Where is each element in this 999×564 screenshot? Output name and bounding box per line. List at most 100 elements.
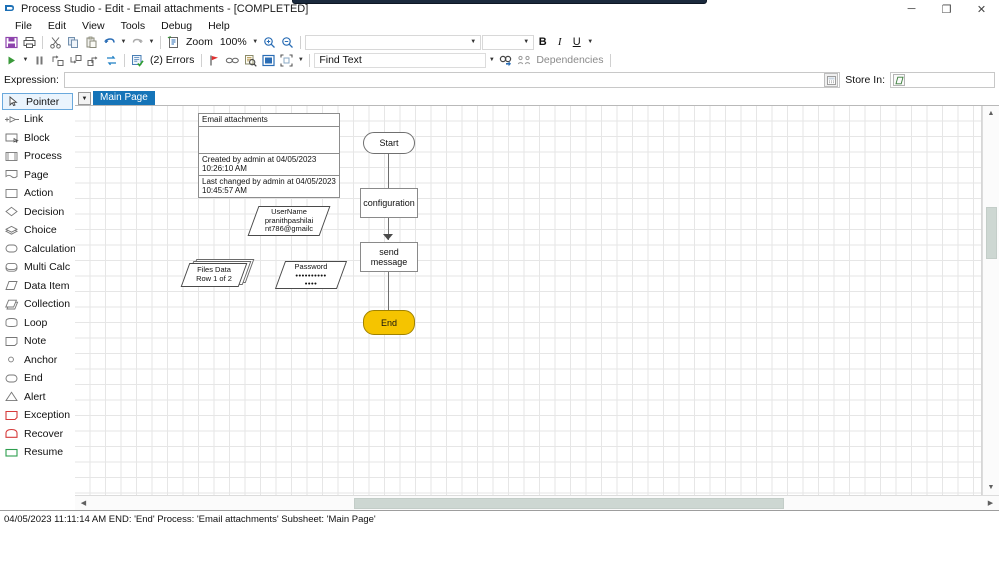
connector-start-to-configuration bbox=[388, 149, 389, 188]
toolbox-item-collection[interactable]: Collection bbox=[0, 295, 75, 314]
toolbox-item-pointer[interactable]: Pointer bbox=[2, 93, 73, 110]
toolbox-item-decision[interactable]: Decision bbox=[0, 203, 75, 222]
toolbox-item-action[interactable]: Action bbox=[0, 184, 75, 203]
toolbox-item-recover[interactable]: Recover bbox=[0, 425, 75, 444]
panel-icon[interactable] bbox=[260, 52, 277, 68]
undo-dropdown-caret-icon[interactable]: ▼ bbox=[119, 39, 128, 45]
tab-main-page[interactable]: Main Page bbox=[93, 91, 155, 105]
font-family-caret-icon[interactable]: ▼ bbox=[469, 39, 478, 45]
zoom-dropdown-caret-icon[interactable]: ▼ bbox=[251, 39, 260, 45]
flow-node-label: configuration bbox=[363, 198, 415, 208]
font-size-combo[interactable]: ▼ bbox=[482, 35, 534, 50]
pause-icon[interactable] bbox=[31, 52, 48, 68]
scroll-up-arrow-icon[interactable]: ▲ bbox=[983, 106, 999, 121]
flow-node-start[interactable]: Start bbox=[363, 132, 415, 154]
panels-dropdown-caret-icon[interactable]: ▼ bbox=[296, 57, 305, 63]
find-text-input[interactable]: Find Text bbox=[314, 53, 486, 68]
copy-icon[interactable] bbox=[65, 34, 82, 50]
toolbox-item-exception[interactable]: Exception bbox=[0, 406, 75, 425]
horizontal-scroll-thumb[interactable] bbox=[354, 498, 784, 509]
dependencies-label[interactable]: Dependencies bbox=[533, 54, 606, 66]
store-in-input[interactable] bbox=[890, 72, 995, 88]
paste-icon[interactable] bbox=[83, 34, 100, 50]
data-item-username[interactable]: UserName pranithpashilai nt786@gmailc bbox=[253, 206, 325, 236]
select-icon[interactable] bbox=[278, 52, 295, 68]
toolbox-item-choice[interactable]: Choice bbox=[0, 221, 75, 240]
toolbox-item-page[interactable]: Page bbox=[0, 166, 75, 185]
vertical-scroll-thumb[interactable] bbox=[986, 207, 997, 259]
step-icon[interactable] bbox=[49, 52, 66, 68]
flow-node-label: Start bbox=[379, 138, 398, 148]
process-log-panel[interactable]: 04/05/2023 11:11:14 AM END: 'End' Proces… bbox=[0, 510, 999, 564]
play-icon[interactable] bbox=[3, 52, 20, 68]
toolbox-item-note[interactable]: Note bbox=[0, 332, 75, 351]
save-icon[interactable] bbox=[3, 34, 20, 50]
scroll-left-arrow-icon[interactable]: ◀ bbox=[75, 496, 92, 511]
font-size-caret-icon[interactable]: ▼ bbox=[522, 39, 531, 45]
redo-icon[interactable] bbox=[129, 34, 146, 50]
menu-view[interactable]: View bbox=[74, 20, 113, 32]
window-title: Process Studio - Edit - Email attachment… bbox=[21, 3, 308, 15]
step-out-icon[interactable] bbox=[85, 52, 102, 68]
toolbox-item-alert[interactable]: Alert bbox=[0, 388, 75, 407]
scroll-down-arrow-icon[interactable]: ▼ bbox=[983, 480, 999, 495]
underline-button[interactable]: U bbox=[569, 35, 585, 50]
minimize-button[interactable]: ─ bbox=[894, 0, 929, 18]
breakpoint-flag-icon[interactable] bbox=[206, 52, 223, 68]
menu-file[interactable]: File bbox=[7, 20, 40, 32]
dependencies-icon[interactable] bbox=[515, 52, 532, 68]
link-icon[interactable] bbox=[224, 52, 241, 68]
toolbox-item-block[interactable]: Block bbox=[0, 129, 75, 148]
toolbox-item-data-item[interactable]: Data Item bbox=[0, 277, 75, 296]
chevron-down-icon[interactable]: ▼ bbox=[78, 92, 91, 105]
flow-node-send-message[interactable]: send message bbox=[360, 242, 418, 272]
close-button[interactable]: ✕ bbox=[964, 0, 999, 18]
bold-button[interactable]: B bbox=[535, 35, 551, 50]
errors-label[interactable]: (2) Errors bbox=[147, 54, 197, 66]
zoom-value[interactable]: 100% bbox=[217, 36, 250, 48]
cut-icon[interactable] bbox=[47, 34, 64, 50]
toolbox-item-process[interactable]: Process bbox=[0, 147, 75, 166]
font-family-combo[interactable]: ▼ bbox=[305, 35, 481, 50]
process-canvas[interactable]: Email attachments Created by admin at 04… bbox=[75, 106, 982, 495]
print-icon[interactable] bbox=[21, 34, 38, 50]
menu-debug[interactable]: Debug bbox=[153, 20, 200, 32]
reset-icon[interactable] bbox=[103, 52, 120, 68]
validate-icon[interactable] bbox=[129, 52, 146, 68]
run-dropdown-caret-icon[interactable]: ▼ bbox=[21, 57, 30, 63]
menu-edit[interactable]: Edit bbox=[40, 20, 74, 32]
scroll-right-arrow-icon[interactable]: ▶ bbox=[982, 496, 999, 511]
menu-tools[interactable]: Tools bbox=[113, 20, 154, 32]
toolbox-item-multi-calc[interactable]: Multi Calc bbox=[0, 258, 75, 277]
redo-dropdown-caret-icon[interactable]: ▼ bbox=[147, 39, 156, 45]
toolbox-item-link[interactable]: Link bbox=[0, 110, 75, 129]
process-note-box[interactable]: Email attachments Created by admin at 04… bbox=[198, 113, 340, 198]
flow-node-end[interactable]: End bbox=[363, 310, 415, 335]
flow-node-configuration[interactable]: configuration bbox=[360, 188, 418, 218]
italic-button[interactable]: I bbox=[552, 35, 568, 50]
maximize-button[interactable]: ❐ bbox=[929, 0, 964, 18]
format-more-caret-icon[interactable]: ▼ bbox=[586, 39, 595, 45]
toolbox-item-resume[interactable]: Resume bbox=[0, 443, 75, 462]
page-shape-icon bbox=[5, 169, 19, 180]
zoom-out-icon[interactable] bbox=[279, 34, 296, 50]
zoom-in-icon[interactable] bbox=[261, 34, 278, 50]
data-item-password[interactable]: Password •••••••••• •••• bbox=[280, 261, 342, 289]
find-replace-icon[interactable] bbox=[242, 52, 259, 68]
toolbox-item-anchor[interactable]: Anchor bbox=[0, 351, 75, 370]
toolbox-item-calculation[interactable]: Calculation bbox=[0, 240, 75, 259]
find-text-caret-icon[interactable]: ▼ bbox=[487, 57, 496, 63]
step-over-icon[interactable] bbox=[67, 52, 84, 68]
expression-input[interactable] bbox=[64, 72, 840, 88]
zoom-label: Zoom bbox=[183, 36, 216, 48]
undo-icon[interactable] bbox=[101, 34, 118, 50]
canvas-vertical-scrollbar[interactable]: ▲ ▼ bbox=[982, 106, 999, 495]
zoom-fit-icon[interactable] bbox=[165, 34, 182, 50]
canvas-horizontal-scrollbar[interactable]: ◀ ▶ bbox=[75, 495, 999, 510]
menu-help[interactable]: Help bbox=[200, 20, 238, 32]
collection-files-data[interactable]: Files Data Row 1 of 2 bbox=[185, 263, 243, 287]
calculator-icon[interactable] bbox=[824, 73, 838, 87]
toolbox-item-end[interactable]: End bbox=[0, 369, 75, 388]
toolbox-item-loop[interactable]: Loop bbox=[0, 314, 75, 333]
find-next-icon[interactable] bbox=[497, 52, 514, 68]
